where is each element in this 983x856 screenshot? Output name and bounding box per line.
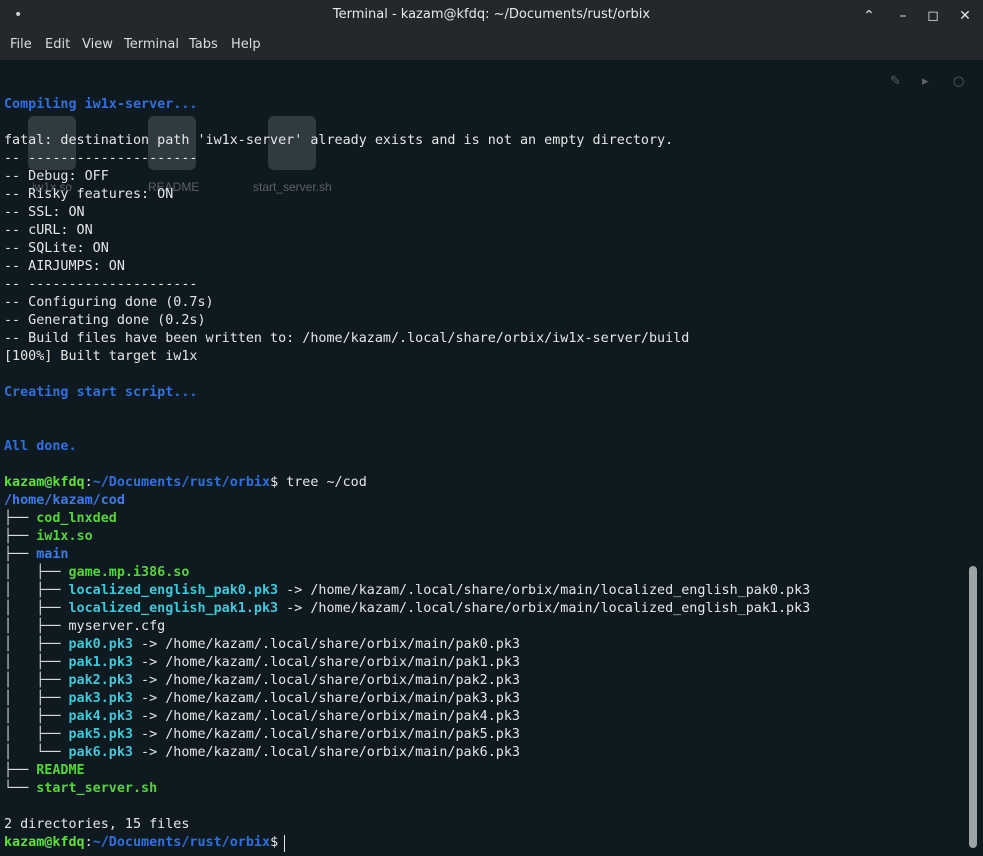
restore-icon[interactable]: – (891, 4, 915, 28)
prompt-colon: : (84, 475, 93, 490)
scrollbar-thumb[interactable] (969, 566, 977, 848)
compiling-line: Compiling iw1x-server... (4, 97, 198, 112)
maximize-icon[interactable]: ◻ (921, 4, 945, 28)
tree-entry: ├── README (4, 763, 85, 778)
separator-line: -- --------------------- (4, 151, 198, 166)
separator-line-2: -- --------------------- (4, 277, 198, 292)
tree-entry: │ ├── pak0.pk3 -> /home/kazam/.local/sha… (4, 637, 520, 652)
configuring-line: -- Configuring done (0.7s) (4, 295, 214, 310)
prompt-user: kazam@kfdq (4, 475, 85, 490)
title-bar: • Terminal - kazam@kfdq: ~/Documents/rus… (0, 0, 983, 32)
tree-entry: │ ├── pak2.pk3 -> /home/kazam/.local/sha… (4, 673, 520, 688)
tree-entry: │ ├── pak3.pk3 -> /home/kazam/.local/sha… (4, 691, 520, 706)
minimize-icon[interactable]: ⌃ (857, 4, 881, 28)
menu-view[interactable]: View (82, 37, 113, 52)
menu-help[interactable]: Help (231, 37, 261, 52)
all-done-line: All done. (4, 439, 77, 454)
generating-line: -- Generating done (0.2s) (4, 313, 206, 328)
tree-summary: 2 directories, 15 files (4, 817, 190, 832)
debug-line: -- Debug: OFF (4, 169, 109, 184)
menu-bar: File Edit View Terminal Tabs Help (0, 32, 983, 61)
close-icon[interactable]: ✕ (953, 4, 977, 28)
tree-entry: │ ├── myserver.cfg (4, 619, 166, 634)
menu-tabs[interactable]: Tabs (189, 37, 218, 52)
tree-entry: │ ├── game.mp.i386.so (4, 565, 190, 580)
fatal-line: fatal: destination path 'iw1x-server' al… (4, 133, 674, 148)
tree-entry: ├── iw1x.so (4, 529, 93, 544)
desktop-script-label: start_server.sh (253, 180, 332, 194)
tree-entry: │ ├── localized_english_pak0.pk3 -> /hom… (4, 583, 811, 598)
menu-file[interactable]: File (10, 37, 32, 52)
sqlite-line: -- SQLite: ON (4, 241, 109, 256)
command-text: tree ~/cod (278, 475, 367, 490)
ssl-line: -- SSL: ON (4, 205, 85, 220)
creating-script-line: Creating start script... (4, 385, 198, 400)
built-target-line: [100%] Built target iw1x (4, 349, 198, 364)
tree-entry: │ ├── pak4.pk3 -> /home/kazam/.local/sha… (4, 709, 520, 724)
tree-entry: │ ├── localized_english_pak1.pk3 -> /hom… (4, 601, 811, 616)
menu-edit[interactable]: Edit (45, 37, 70, 52)
tree-entry: │ └── pak6.pk3 -> /home/kazam/.local/sha… (4, 745, 520, 760)
edit-icon[interactable]: ✎ (890, 74, 901, 89)
tree-root: /home/kazam/cod (4, 493, 125, 508)
tree-entry: │ ├── pak5.pk3 -> /home/kazam/.local/sha… (4, 727, 520, 742)
prompt-dollar: $ (270, 475, 279, 490)
build-files-line: -- Build files have been written to: /ho… (4, 331, 690, 346)
airjumps-line: -- AIRJUMPS: ON (4, 259, 125, 274)
tree-entry: │ ├── pak1.pk3 -> /home/kazam/.local/sha… (4, 655, 520, 670)
play-icon[interactable]: ▸ (922, 74, 929, 89)
window-title: Terminal - kazam@kfdq: ~/Documents/rust/… (332, 7, 651, 22)
tree-entry: └── start_server.sh (4, 781, 158, 796)
curl-line: -- cURL: ON (4, 223, 93, 238)
tree-entry: ├── main (4, 547, 69, 562)
search-icon[interactable]: ○ (953, 74, 964, 89)
risky-line: -- Risky features: ON (4, 187, 174, 202)
prompt-line: kazam@kfdq:~/Documents/rust/orbix$ tree … (4, 474, 367, 492)
text-cursor (284, 835, 285, 852)
prompt-path: ~/Documents/rust/orbix (92, 475, 271, 490)
tree-entry: ├── cod_lnxded (4, 511, 117, 526)
prompt-line-final: kazam@kfdq:~/Documents/rust/orbix$ (4, 835, 279, 850)
menu-terminal[interactable]: Terminal (124, 37, 179, 52)
